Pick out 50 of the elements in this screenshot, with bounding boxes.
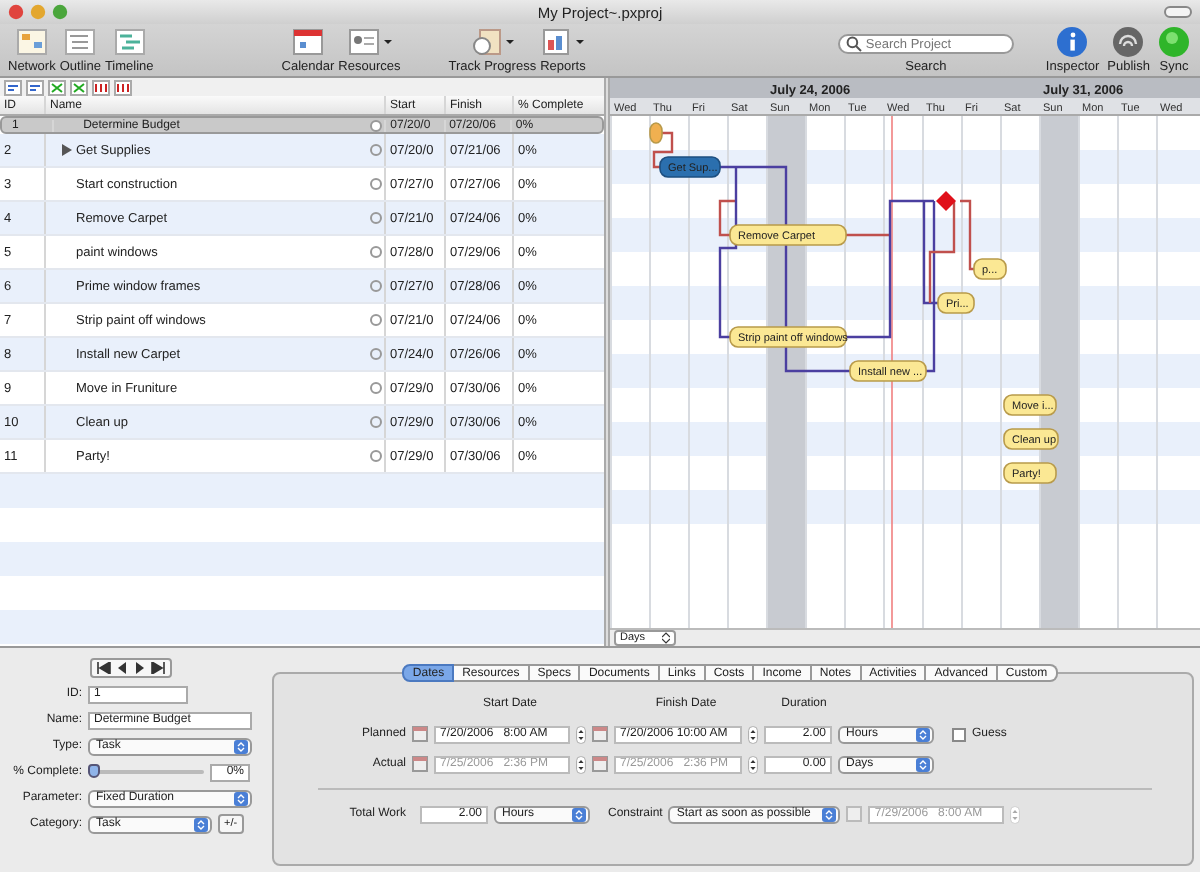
close-icon[interactable] [8, 4, 24, 20]
clock-icon [370, 212, 382, 224]
clock-icon [470, 28, 503, 56]
clock-icon [370, 450, 382, 462]
split-icon[interactable] [114, 79, 132, 95]
toolbar-toggle-icon[interactable] [1164, 6, 1192, 18]
indent-icon[interactable] [26, 79, 44, 95]
clock-icon [370, 382, 382, 394]
select-arrows-icon [234, 791, 248, 805]
select-arrows-icon [234, 739, 248, 753]
select-arrows-icon [822, 807, 837, 821]
previous-icon[interactable] [114, 662, 130, 674]
clock-icon [370, 280, 382, 292]
select-arrows-icon [572, 807, 586, 821]
clock-icon [370, 246, 382, 258]
clock-icon [370, 348, 382, 360]
dropdown-arrow-icon [576, 40, 585, 44]
link-icon[interactable] [70, 79, 88, 95]
link-icon[interactable] [48, 79, 66, 95]
split-icon[interactable] [92, 79, 110, 95]
sync-icon [1158, 26, 1190, 58]
broadcast-icon [1112, 26, 1145, 58]
dropdown-arrow-icon [383, 40, 392, 44]
dependency-line [960, 199, 974, 271]
stepper[interactable] [748, 725, 758, 743]
last-icon[interactable] [150, 662, 166, 674]
complete-slider[interactable] [88, 764, 204, 780]
indent-icon[interactable] [4, 79, 22, 95]
stepper[interactable] [576, 725, 586, 743]
milestone-diamond[interactable] [936, 191, 956, 211]
dropdown-arrow-icon [506, 40, 515, 44]
select-arrows-icon [194, 817, 208, 831]
first-icon[interactable] [96, 662, 112, 674]
next-icon[interactable] [132, 662, 148, 674]
timeline-icon [113, 28, 146, 56]
guess-checkbox[interactable] [952, 727, 966, 741]
record-navigation[interactable] [90, 658, 172, 678]
select-arrows-icon [916, 727, 930, 741]
clock-icon [370, 314, 382, 326]
info-icon [1056, 26, 1089, 58]
clock-icon [370, 416, 382, 428]
stepper[interactable] [576, 755, 586, 773]
stepper[interactable] [748, 755, 758, 773]
select-arrows-icon [661, 632, 670, 644]
select-arrows-icon [916, 757, 930, 771]
clock-icon [370, 144, 382, 156]
diagram-icon [15, 28, 48, 56]
disclosure-triangle-icon[interactable] [62, 144, 72, 156]
clock-icon [370, 178, 382, 190]
task-bar[interactable] [649, 122, 663, 144]
